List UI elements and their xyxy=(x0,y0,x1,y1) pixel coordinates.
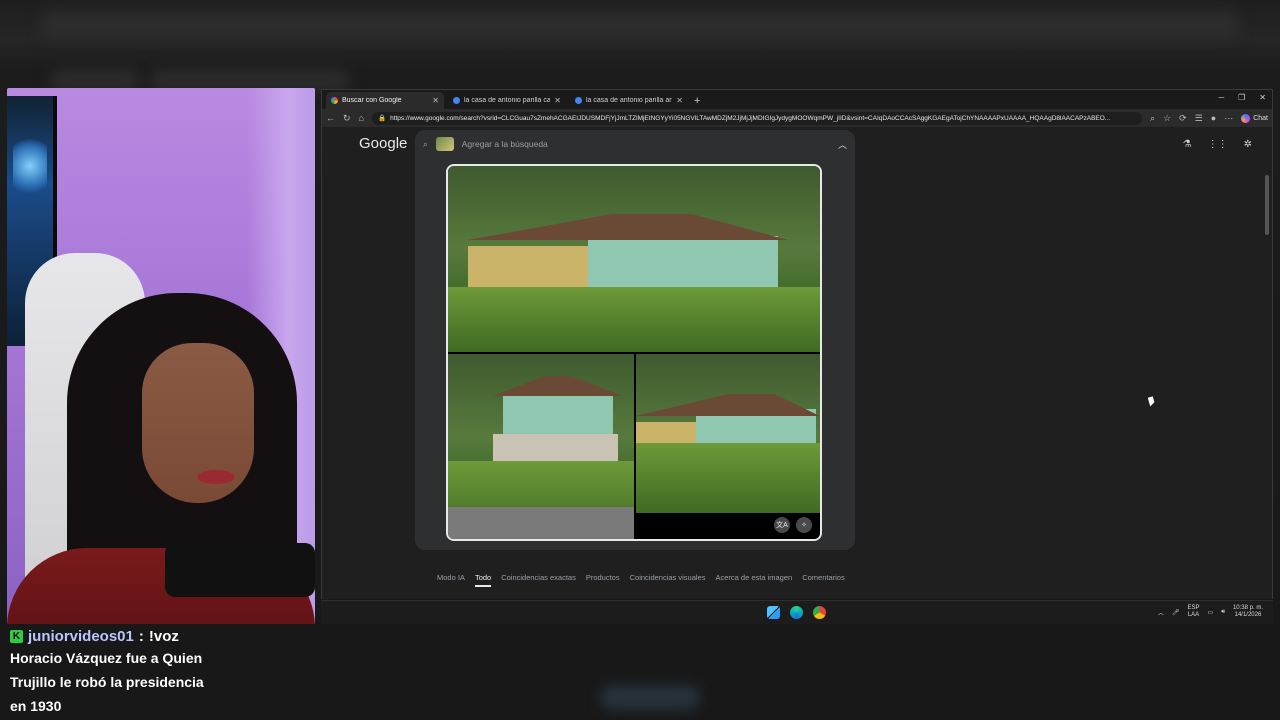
filter-productos[interactable]: Productos xyxy=(586,573,620,587)
address-bar[interactable]: 🔒 https://www.google.com/search?vsrid=CL… xyxy=(371,111,1143,125)
site-favicon-icon xyxy=(575,97,582,104)
chat-separator: : xyxy=(138,628,144,645)
copilot-button[interactable]: Chat xyxy=(1241,113,1268,123)
tab-strip: Buscar con Google ✕ la casa de antonio p… xyxy=(322,90,1272,109)
tab-title: la casa de antonio parilla antes de xyxy=(586,97,673,104)
minimize-icon[interactable]: ─ xyxy=(1218,93,1224,102)
browser-window: Buscar con Google ✕ la casa de antonio p… xyxy=(321,89,1273,599)
query-image-thumbnail[interactable] xyxy=(435,137,454,151)
translate-icon[interactable]: 文A xyxy=(774,517,790,533)
clock-date: 14/1/2026 xyxy=(1234,612,1262,618)
filter-coincidencias-exactas[interactable]: Coincidencias exactas xyxy=(501,573,576,587)
microphone-icon[interactable]: 🎤︎ xyxy=(1172,609,1180,616)
tab-antonio-parilla-castillo[interactable]: la casa de antonio parilla castillo ✕ xyxy=(448,92,566,109)
filter-comentarios[interactable]: Comentarios xyxy=(802,573,845,587)
house-photo-large xyxy=(448,166,820,352)
clock[interactable]: 10:38 p. m. 14/1/2026 xyxy=(1233,605,1263,619)
labs-flask-icon[interactable]: ⚗ xyxy=(1183,139,1192,150)
filter-coincidencias-visuales[interactable]: Coincidencias visuales xyxy=(630,573,706,587)
query-image-collage[interactable]: 文A ✧ xyxy=(446,164,822,541)
google-lens-page: Google ⌕ Agregar a la búsqueda ︿ 文A ✧ ⚗ … xyxy=(322,127,1272,599)
system-tray: ︿ 🎤︎ ESP LAA ▭ 🔊︎ 10:38 p. m. 14/1/2026 xyxy=(1158,605,1263,619)
home-icon[interactable]: ⌂ xyxy=(359,113,364,123)
microphone xyxy=(165,543,315,597)
favorites-icon[interactable]: ☰ xyxy=(1195,113,1203,124)
more-icon[interactable]: ⋯ xyxy=(1224,113,1233,124)
refresh-extension-icon[interactable]: ⟳ xyxy=(1179,113,1187,124)
restore-icon[interactable]: ❐ xyxy=(1238,93,1245,102)
account-avatar-icon[interactable]: ✲ xyxy=(1244,139,1252,150)
chat-text-line: Horacio Vázquez fue a Quien xyxy=(10,650,203,666)
chat-text-line: en 1930 xyxy=(10,698,62,714)
house-photo-detail xyxy=(636,354,820,539)
tab-title: Buscar con Google xyxy=(342,97,402,104)
search-input[interactable]: Agregar a la búsqueda xyxy=(462,139,830,149)
chat-header: K juniorvideos01 : !voz xyxy=(10,628,310,645)
browser-toolbar: ← ↻ ⌂ 🔒 https://www.google.com/search?vs… xyxy=(322,109,1272,127)
chat-username: juniorvideos01 xyxy=(28,628,134,645)
chrome-browser-icon[interactable] xyxy=(813,606,826,619)
star-icon[interactable]: ☆ xyxy=(1163,113,1171,124)
apps-grid-icon[interactable]: ⋮⋮ xyxy=(1208,139,1228,150)
house-photo-road xyxy=(448,354,634,539)
tab-title: la casa de antonio parilla castillo xyxy=(464,97,551,104)
webcam-feed xyxy=(7,88,315,624)
close-icon[interactable]: ✕ xyxy=(676,96,683,105)
volume-icon[interactable]: 🔊︎ xyxy=(1221,609,1225,616)
chat-command: !voz xyxy=(148,628,179,645)
google-favicon-icon xyxy=(331,97,338,104)
window-controls: ─ ❐ ✕ xyxy=(1218,93,1266,102)
chat-message: K juniorvideos01 : !voz Horacio Vázquez … xyxy=(10,628,310,717)
profile-icon[interactable]: ● xyxy=(1211,113,1216,123)
edge-browser-icon[interactable] xyxy=(790,606,803,619)
mouse-cursor-icon xyxy=(1147,396,1156,407)
lens-search-bar[interactable]: ⌕ Agregar a la búsqueda ︿ xyxy=(415,130,855,158)
kick-icon: K xyxy=(10,630,23,643)
windows-taskbar: ︿ 🎤︎ ESP LAA ▭ 🔊︎ 10:38 p. m. 14/1/2026 xyxy=(321,600,1273,624)
filter-acerca-de-esta-imagen[interactable]: Acerca de esta imagen xyxy=(715,573,792,587)
close-icon[interactable]: ✕ xyxy=(554,96,561,105)
display-icon[interactable]: ▭ xyxy=(1208,609,1214,616)
google-header-tools: ⚗ ⋮⋮ ✲ xyxy=(1183,139,1252,150)
results-filter-tabs: Modo IA Todo Coincidencias exactas Produ… xyxy=(437,573,845,587)
streamer-lips xyxy=(197,470,235,484)
close-icon[interactable]: ✕ xyxy=(432,96,439,105)
chevron-up-icon[interactable]: ︿ xyxy=(838,138,847,151)
filter-todo[interactable]: Todo xyxy=(474,573,492,587)
chat-text-line: Trujillo le robó la presidencia xyxy=(10,674,204,690)
zoom-icon[interactable]: ⌕ xyxy=(1150,113,1155,124)
chevron-up-icon[interactable]: ︿ xyxy=(1158,608,1164,617)
reload-icon[interactable]: ↻ xyxy=(343,113,351,124)
tab-antonio-parilla-antes[interactable]: la casa de antonio parilla antes de ✕ xyxy=(570,92,688,109)
search-icon: ⌕ xyxy=(423,138,428,149)
close-window-icon[interactable]: ✕ xyxy=(1259,93,1266,102)
lens-search-panel: ⌕ Agregar a la búsqueda ︿ 文A ✧ xyxy=(415,130,855,550)
lock-icon: 🔒 xyxy=(377,115,387,122)
clock-time: 10:38 p. m. xyxy=(1232,605,1263,611)
keyboard-layout: LAA xyxy=(1187,612,1200,618)
windows-start-icon[interactable] xyxy=(767,606,780,619)
filter-modo-ia[interactable]: Modo IA xyxy=(437,573,465,587)
url-text: https://www.google.com/search?vsrid=CLCG… xyxy=(390,114,1111,122)
tab-buscar-con-google[interactable]: Buscar con Google ✕ xyxy=(326,92,444,109)
page-scrollbar[interactable] xyxy=(1265,175,1269,235)
language-indicator[interactable]: ESP LAA xyxy=(1188,605,1200,619)
new-tab-button[interactable]: + xyxy=(694,92,700,109)
site-favicon-icon xyxy=(453,97,460,104)
copilot-icon xyxy=(1241,113,1251,123)
google-logo[interactable]: Google xyxy=(359,135,407,152)
image-tools: 文A ✧ xyxy=(774,517,812,533)
select-area-icon[interactable]: ✧ xyxy=(796,517,812,533)
language-code: ESP xyxy=(1187,605,1200,611)
copilot-label: Chat xyxy=(1253,114,1268,122)
taskbar-apps xyxy=(767,606,826,619)
back-icon[interactable]: ← xyxy=(326,113,335,123)
